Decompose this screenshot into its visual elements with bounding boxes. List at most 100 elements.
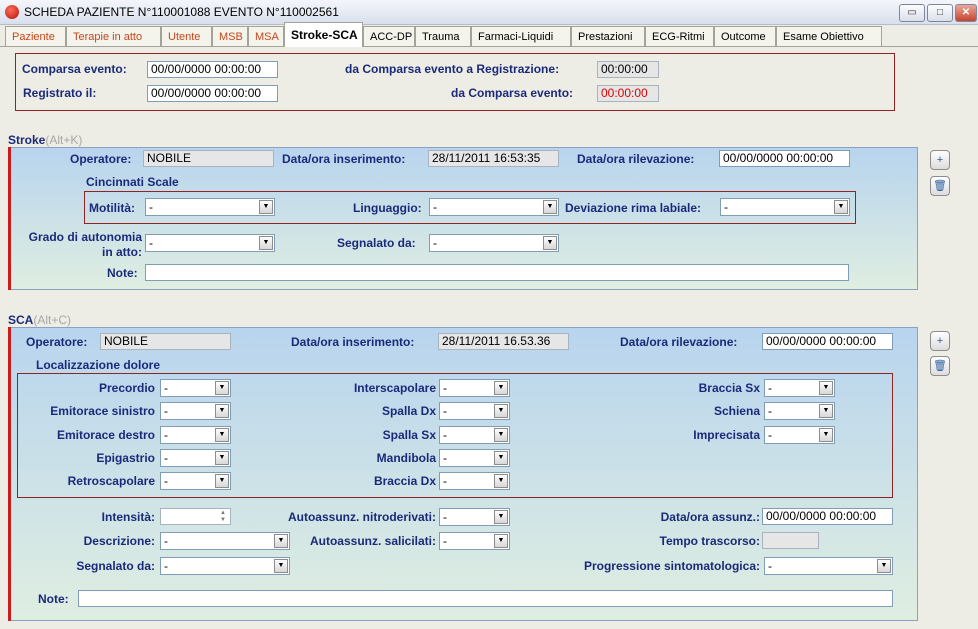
mandibola-value: - <box>443 451 447 465</box>
progressione-select[interactable]: - ▼ <box>764 557 893 575</box>
imprecisata-value: - <box>768 428 772 442</box>
tab-farmaci-liquidi[interactable]: Farmaci-Liquidi <box>471 26 571 46</box>
chevron-down-icon[interactable]: ▼ <box>494 534 508 548</box>
chevron-down-icon[interactable]: ▼ <box>215 428 229 442</box>
imprecisata-label: Imprecisata <box>693 428 760 442</box>
da-comparsa-registrazione-value: 00:00:00 <box>597 61 659 78</box>
chevron-down-icon[interactable]: ▼ <box>819 404 833 418</box>
sca-note-field[interactable] <box>78 590 893 607</box>
braccia-sx-select[interactable]: - ▼ <box>764 379 835 397</box>
tab-terapie-in-atto[interactable]: Terapie in atto <box>66 26 161 46</box>
deviazione-select[interactable]: - ▼ <box>720 198 850 216</box>
stroke-operatore-field: NOBILE <box>143 150 274 167</box>
chevron-down-icon[interactable]: ▼ <box>259 200 273 214</box>
chevron-down-icon[interactable]: ▼ <box>259 236 273 250</box>
tab-paziente[interactable]: Paziente <box>5 26 66 46</box>
sca-segnalato-value: - <box>164 559 168 573</box>
tab-outcome[interactable]: Outcome <box>714 26 776 46</box>
add-record-icon[interactable]: + <box>930 331 950 351</box>
sca-shortcut-hint: (Alt+C) <box>33 313 72 327</box>
tab-trauma[interactable]: Trauma <box>415 26 471 46</box>
sca-operatore-label: Operatore: <box>26 335 88 349</box>
sca-required-bar <box>8 327 11 621</box>
chevron-down-icon[interactable]: ▼ <box>494 510 508 524</box>
emitorace-destro-select[interactable]: - ▼ <box>160 426 231 444</box>
sca-ril-field[interactable]: 00/00/0000 00:00:00 <box>762 333 893 350</box>
retroscapolare-select[interactable]: - ▼ <box>160 472 231 490</box>
chevron-down-icon[interactable]: ▼ <box>543 236 557 250</box>
chevron-down-icon[interactable]: ▼ <box>819 381 833 395</box>
chevron-down-icon[interactable]: ▼ <box>494 451 508 465</box>
linguaggio-select[interactable]: - ▼ <box>429 198 559 216</box>
tab-prestazioni[interactable]: Prestazioni <box>571 26 645 46</box>
spalla-sx-select[interactable]: - ▼ <box>439 426 510 444</box>
tab-msa[interactable]: MSA <box>248 26 284 46</box>
window-title: SCHEDA PAZIENTE N°110001088 EVENTO N°110… <box>24 5 339 19</box>
stroke-required-bar <box>8 147 11 290</box>
chevron-down-icon[interactable]: ▼ <box>494 404 508 418</box>
tab-stroke-sca[interactable]: Stroke-SCA <box>284 22 363 47</box>
comparsa-evento-field[interactable]: 00/00/0000 00:00:00 <box>147 61 278 78</box>
spalla-sx-label: Spalla Sx <box>382 428 436 442</box>
data-ora-assunz-field[interactable]: 00/00/0000 00:00:00 <box>762 508 893 525</box>
chevron-down-icon[interactable]: ▼ <box>215 381 229 395</box>
chevron-down-icon[interactable]: ▼ <box>494 428 508 442</box>
braccia-sx-value: - <box>768 381 772 395</box>
trash-icon[interactable]: 🗑 <box>930 176 950 196</box>
chevron-down-icon[interactable]: ▼ <box>215 404 229 418</box>
tab-ecg-ritmi[interactable]: ECG-Ritmi <box>645 26 714 46</box>
stroke-ril-field[interactable]: 00/00/0000 00:00:00 <box>719 150 850 167</box>
tab-msb[interactable]: MSB <box>212 26 248 46</box>
intensita-label: Intensità: <box>101 510 155 524</box>
stroke-ins-label: Data/ora inserimento: <box>282 152 406 166</box>
maximize-button[interactable]: □ <box>927 4 953 22</box>
salicilati-value: - <box>443 534 447 548</box>
mandibola-select[interactable]: - ▼ <box>439 449 510 467</box>
spin-up-icon[interactable]: ▲ <box>217 510 229 517</box>
schiena-select[interactable]: - ▼ <box>764 402 835 420</box>
chevron-down-icon[interactable]: ▼ <box>215 474 229 488</box>
tab-esame-obiettivo[interactable]: Esame Obiettivo <box>776 26 882 46</box>
minimize-button[interactable]: ▭ <box>899 4 925 22</box>
retroscapolare-value: - <box>164 474 168 488</box>
close-button[interactable]: ✕ <box>955 4 977 22</box>
chevron-down-icon[interactable]: ▼ <box>543 200 557 214</box>
braccia-dx-value: - <box>443 474 447 488</box>
nitroderivati-select[interactable]: - ▼ <box>439 508 510 526</box>
chevron-down-icon[interactable]: ▼ <box>877 559 891 573</box>
trash-icon[interactable]: 🗑 <box>930 356 950 376</box>
sca-segnalato-select[interactable]: - ▼ <box>160 557 290 575</box>
tab-utente[interactable]: Utente <box>161 26 212 46</box>
nitroderivati-value: - <box>443 510 447 524</box>
salicilati-select[interactable]: - ▼ <box>439 532 510 550</box>
chevron-down-icon[interactable]: ▼ <box>274 559 288 573</box>
chevron-down-icon[interactable]: ▼ <box>834 200 848 214</box>
braccia-dx-select[interactable]: - ▼ <box>439 472 510 490</box>
chevron-down-icon[interactable]: ▼ <box>494 474 508 488</box>
sca-title: SCA <box>8 313 34 327</box>
spalla-sx-value: - <box>443 428 447 442</box>
sca-segnalato-label: Segnalato da: <box>76 559 155 573</box>
tab-acc-dp[interactable]: ACC-DP <box>363 26 415 46</box>
tempo-trascorso-field <box>762 532 819 549</box>
spin-down-icon[interactable]: ▼ <box>217 517 229 524</box>
imprecisata-select[interactable]: - ▼ <box>764 426 835 444</box>
descrizione-label: Descrizione: <box>83 534 155 548</box>
chevron-down-icon[interactable]: ▼ <box>215 451 229 465</box>
motilita-select[interactable]: - ▼ <box>145 198 275 216</box>
intensita-stepper[interactable]: ▲ ▼ <box>160 508 231 525</box>
registrato-il-field[interactable]: 00/00/0000 00:00:00 <box>147 85 278 102</box>
spalla-dx-select[interactable]: - ▼ <box>439 402 510 420</box>
grado-label-line2: in atto: <box>102 245 142 259</box>
emitorace-sinistro-select[interactable]: - ▼ <box>160 402 231 420</box>
stroke-note-field[interactable] <box>145 264 849 281</box>
retroscapolare-label: Retroscapolare <box>67 474 155 488</box>
epigastrio-select[interactable]: - ▼ <box>160 449 231 467</box>
interscapolare-select[interactable]: - ▼ <box>439 379 510 397</box>
chevron-down-icon[interactable]: ▼ <box>819 428 833 442</box>
stroke-segnalato-select[interactable]: - ▼ <box>429 234 559 252</box>
precordio-select[interactable]: - ▼ <box>160 379 231 397</box>
add-record-icon[interactable]: + <box>930 150 950 170</box>
chevron-down-icon[interactable]: ▼ <box>494 381 508 395</box>
grado-autonomia-select[interactable]: - ▼ <box>145 234 275 252</box>
